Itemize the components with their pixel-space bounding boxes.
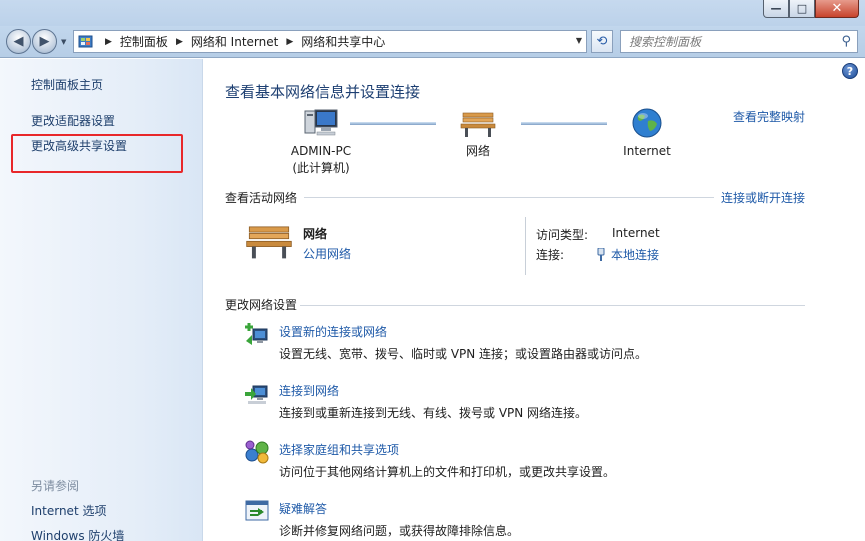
homegroup-sharing-desc: 访问位于其他网络计算机上的文件和打印机，或更改共享设置。 [279, 465, 616, 479]
recent-pages-dropdown-icon[interactable]: ▼ [61, 38, 66, 46]
troubleshoot-desc: 诊断并修复网络问题，或获得故障排除信息。 [279, 524, 520, 538]
section-divider [304, 197, 714, 198]
chevron-down-icon[interactable]: ▼ [576, 36, 582, 45]
map-node-network[interactable]: 网络 [448, 107, 508, 160]
computer-icon [304, 109, 338, 136]
page-title: 查看基本网络信息并设置连接 [225, 83, 421, 101]
vertical-divider [525, 217, 526, 275]
change-settings-heading: 更改网络设置 [225, 298, 298, 312]
local-connection-label: 本地连接 [611, 248, 660, 262]
control-panel-icon [78, 35, 93, 48]
main-content: ? 查看基本网络信息并设置连接 查看完整映射 ADMIN-PC (此计算机) 网… [204, 59, 865, 541]
back-button[interactable]: ◀ [6, 29, 31, 54]
active-network-name: 网络 [303, 227, 328, 241]
windows-firewall-link[interactable]: Windows 防火墙 [31, 527, 124, 541]
arrow-left-icon: ◀ [13, 34, 24, 49]
breadcrumb-separator-icon[interactable]: ▶ [286, 37, 293, 47]
map-node-computer[interactable]: ADMIN-PC (此计算机) [266, 107, 376, 177]
connect-disconnect-link[interactable]: 连接或断开连接 [721, 189, 805, 206]
access-type-value: Internet [612, 226, 660, 240]
highlight-annotation [11, 134, 183, 173]
internet-options-link[interactable]: Internet 选项 [31, 502, 106, 519]
computer-subtitle: (此计算机) [292, 161, 350, 175]
change-adapter-settings-link[interactable]: 更改适配器设置 [31, 112, 115, 129]
connect-network-icon [245, 385, 268, 404]
breadcrumb-network-sharing-center[interactable]: 网络和共享中心 [301, 33, 385, 50]
see-also-heading: 另请参阅 [31, 479, 80, 493]
homegroup-icon [245, 440, 269, 464]
arrow-right-icon: ▶ [39, 34, 50, 49]
maximize-button[interactable]: □ [789, 0, 815, 18]
network-node-label: 网络 [465, 144, 490, 158]
globe-icon [632, 108, 662, 138]
setup-new-connection-link[interactable]: 设置新的连接或网络 [279, 323, 387, 340]
view-full-map-link[interactable]: 查看完整映射 [733, 108, 805, 125]
access-type-label: 访问类型: [536, 228, 589, 242]
homegroup-sharing-link[interactable]: 选择家庭组和共享选项 [279, 441, 399, 458]
ethernet-plug-icon [597, 247, 605, 261]
search-input[interactable] [629, 34, 829, 49]
breadcrumb-network-internet[interactable]: 网络和 Internet [191, 33, 278, 50]
connection-label: 连接: [536, 248, 565, 262]
section-divider [300, 305, 805, 306]
new-connection-icon [245, 323, 268, 345]
forward-button[interactable]: ▶ [32, 29, 57, 54]
minimize-button[interactable]: — [763, 0, 789, 18]
window-controls: — □ ✕ [763, 0, 859, 18]
refresh-button[interactable]: ⟲ [591, 30, 613, 53]
breadcrumb-separator-icon[interactable]: ▶ [105, 37, 112, 47]
search-icon[interactable]: ⚲ [841, 34, 851, 49]
map-connector [350, 122, 436, 125]
search-box[interactable]: ⚲ [620, 30, 858, 53]
park-bench-icon [460, 112, 496, 137]
active-networks-heading: 查看活动网络 [225, 191, 298, 205]
control-panel-home-link[interactable]: 控制面板主页 [31, 76, 103, 93]
breadcrumb-control-panel[interactable]: 控制面板 [120, 33, 168, 50]
address-box[interactable]: ▶ 控制面板 ▶ 网络和 Internet ▶ 网络和共享中心 ▼ [73, 30, 587, 53]
title-bar: — □ ✕ [0, 0, 865, 26]
troubleshoot-icon [245, 500, 269, 521]
close-button[interactable]: ✕ [815, 0, 859, 18]
internet-node-label: Internet [623, 144, 671, 158]
connect-to-network-link[interactable]: 连接到网络 [279, 382, 339, 399]
map-node-internet[interactable]: Internet [617, 107, 677, 160]
troubleshoot-link[interactable]: 疑难解答 [279, 500, 327, 517]
network-location-link[interactable]: 公用网络 [303, 245, 351, 262]
task-pane: 控制面板主页 更改适配器设置 更改高级共享设置 另请参阅 Internet 选项… [0, 59, 203, 541]
connect-to-network-desc: 连接到或重新连接到无线、有线、拨号或 VPN 网络连接。 [279, 406, 588, 420]
help-icon[interactable]: ? [842, 63, 858, 79]
local-connection-link[interactable]: 本地连接 [596, 246, 659, 263]
breadcrumb-separator-icon[interactable]: ▶ [176, 37, 183, 47]
park-bench-icon [246, 226, 292, 259]
map-connector [521, 122, 607, 125]
setup-new-connection-desc: 设置无线、宽带、拨号、临时或 VPN 连接；或设置路由器或访问点。 [279, 347, 648, 361]
computer-name: ADMIN-PC [290, 144, 352, 158]
address-bar: ◀ ▶ ▼ ▶ 控制面板 ▶ 网络和 Internet ▶ 网络和共享中心 ▼ … [0, 26, 865, 58]
refresh-icon: ⟲ [596, 34, 608, 49]
